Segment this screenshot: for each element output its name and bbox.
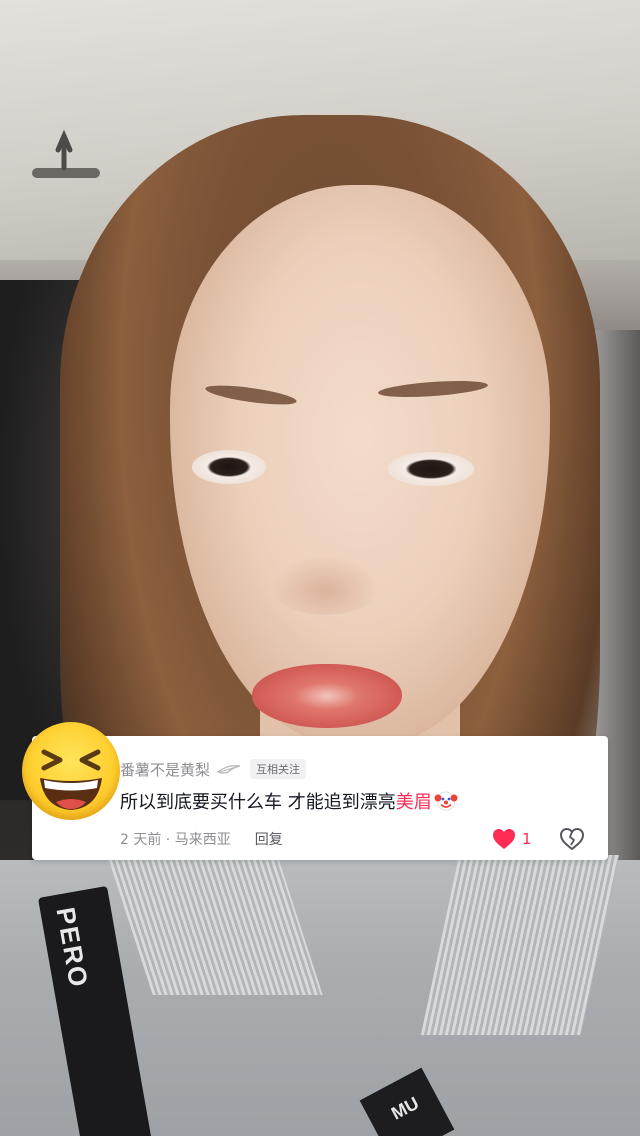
feather-icon	[216, 764, 241, 774]
like-button[interactable]: 1	[492, 826, 532, 852]
comment-text: 所以到底要买什么车 才能追到漂亮 美眉	[120, 788, 458, 814]
video-frame: PERO MU	[0, 0, 640, 1136]
person-nose	[270, 555, 380, 615]
comment-text-highlight: 美眉	[395, 792, 432, 813]
like-count: 1	[522, 830, 532, 848]
commenter-avatar[interactable]	[22, 722, 120, 820]
comment-footer-row: 2 天前 · 马来西亚 回复	[120, 828, 283, 850]
coat-hook-icon	[32, 129, 100, 178]
person-eye-left	[192, 450, 266, 484]
heart-icon	[493, 829, 515, 849]
mutual-follow-tag: 互相关注	[250, 759, 307, 779]
comment-text-main: 所以到底要买什么车 才能追到漂亮	[120, 792, 396, 813]
comment-username[interactable]: 番薯不是黄梨	[120, 759, 210, 780]
comment-meta-row: 番薯不是黄梨 互相关注	[120, 758, 307, 780]
person-eye-right	[388, 452, 474, 486]
comment-time-location: 2 天前 · 马来西亚	[120, 832, 231, 848]
reply-button[interactable]: 回复	[255, 829, 283, 849]
person-lips	[252, 664, 402, 728]
broken-heart-icon[interactable]	[559, 826, 585, 852]
clown-face-icon	[434, 791, 458, 811]
grinning-squinting-face-icon	[40, 749, 102, 810]
